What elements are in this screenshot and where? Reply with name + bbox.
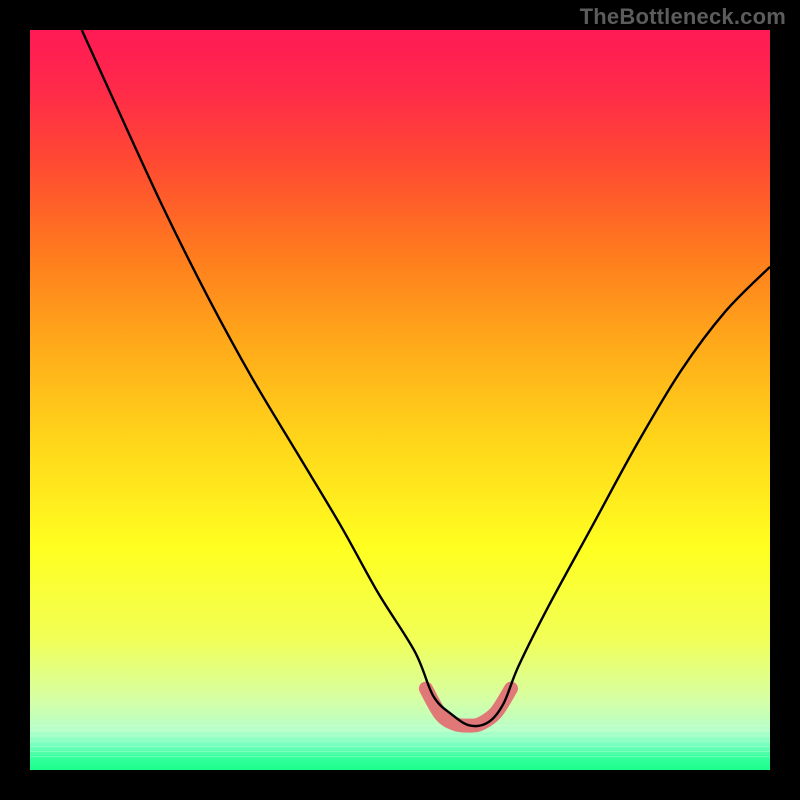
bottleneck-chart <box>0 0 800 800</box>
chart-frame: TheBottleneck.com <box>0 0 800 800</box>
plot-background <box>30 30 770 770</box>
watermark-text: TheBottleneck.com <box>580 4 786 30</box>
